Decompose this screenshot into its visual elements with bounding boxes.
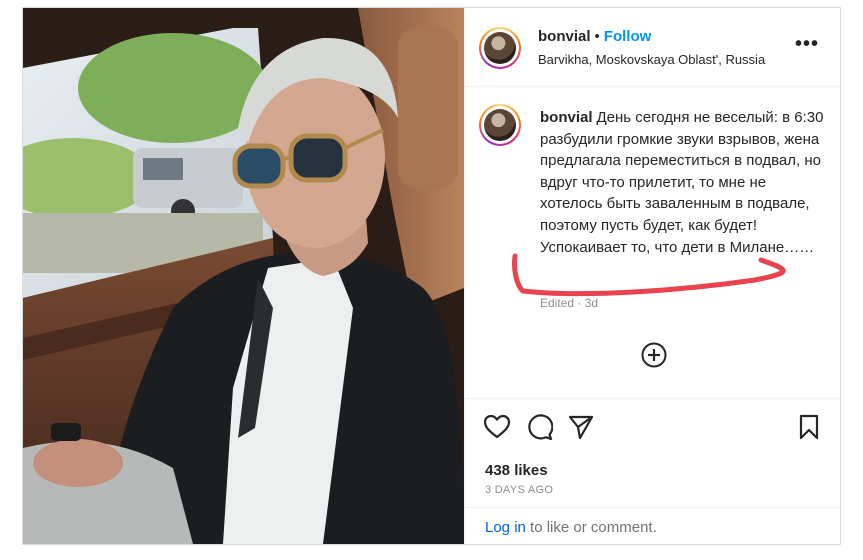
instagram-post: bonvial • Follow Barvikha, Moskovskaya Obl… xyxy=(22,7,841,545)
separator-dot: • xyxy=(594,28,600,45)
username-link[interactable]: bonvial xyxy=(538,28,591,45)
ellipsis-icon[interactable]: ••• xyxy=(795,34,819,54)
header-line: bonvial • Follow xyxy=(538,28,651,45)
post-header: bonvial • Follow Barvikha, Moskovskaya Obl… xyxy=(465,8,841,87)
action-bar xyxy=(465,398,841,449)
caption-avatar[interactable] xyxy=(479,104,521,146)
likes-count[interactable]: 438 likes xyxy=(485,462,548,479)
login-link[interactable]: Log in xyxy=(485,519,526,536)
login-prompt-suffix: to like or comment. xyxy=(525,519,657,536)
location-link[interactable]: Barvikha, Moskovskaya Oblast', Russia xyxy=(538,52,765,67)
edited-meta: Edited · 3d xyxy=(540,296,599,310)
post-photo[interactable] xyxy=(23,8,464,544)
plus-circle-icon[interactable] xyxy=(640,341,668,369)
follow-button[interactable]: Follow xyxy=(604,28,652,45)
post-details-panel: bonvial • Follow Barvikha, Moskovskaya Obl… xyxy=(464,8,841,544)
avatar[interactable] xyxy=(479,27,521,69)
heart-icon[interactable] xyxy=(483,413,511,441)
post-timestamp[interactable]: 3 DAYS AGO xyxy=(485,484,553,496)
post-photo-image xyxy=(23,8,464,544)
bookmark-icon[interactable] xyxy=(795,413,823,441)
send-icon[interactable] xyxy=(567,413,595,441)
comment-icon[interactable] xyxy=(525,413,553,441)
caption-username[interactable]: bonvial xyxy=(540,109,593,126)
login-footer: Log in to like or comment. xyxy=(465,507,841,545)
login-prompt: Log in to like or comment. xyxy=(485,519,657,536)
caption-text: День сегодня не веселый: в 6:30 разбудил… xyxy=(540,109,824,256)
post-caption: bonvial День сегодня не веселый: в 6:30 р… xyxy=(540,107,825,258)
